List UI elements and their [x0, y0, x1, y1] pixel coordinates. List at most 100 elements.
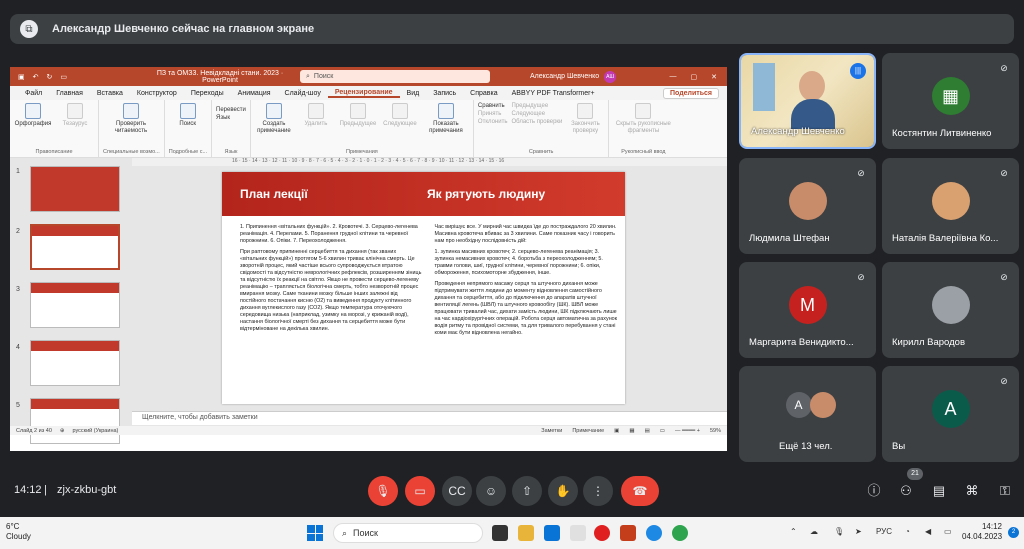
notes-pane[interactable]: Щелкните, чтобы добавить заметки: [132, 411, 727, 425]
translate-button[interactable]: Перевести: [216, 107, 246, 113]
viber-icon[interactable]: [672, 525, 688, 541]
slide-thumbnail[interactable]: [30, 282, 120, 328]
participant-tile[interactable]: ⊘ Людмила Штефан: [739, 158, 876, 254]
menu-help[interactable]: Справка: [463, 90, 504, 97]
reading-view-icon[interactable]: ▤: [645, 428, 650, 434]
self-tile[interactable]: ⊘ A Вы: [882, 366, 1019, 462]
sorter-view-icon[interactable]: ▦: [629, 428, 634, 434]
taskbar-clock[interactable]: 14:12 04.04.2023: [962, 522, 1002, 542]
captions-button[interactable]: CC: [442, 476, 472, 506]
battery-icon[interactable]: ▭: [944, 527, 952, 536]
current-slide[interactable]: План лекції Як рятують людину 1. Припине…: [222, 172, 625, 404]
slideshow-view-icon[interactable]: ▭: [660, 428, 665, 434]
leave-call-button[interactable]: ☎: [621, 476, 659, 506]
previous-comment-button[interactable]: Предыдущее: [339, 103, 377, 128]
participant-tile[interactable]: ⊘ М Маргарита Венидикто...: [739, 262, 876, 358]
spelling-button[interactable]: Орфография: [14, 103, 52, 128]
host-controls-icon[interactable]: ⚿: [996, 482, 1014, 500]
edge-icon[interactable]: [646, 525, 662, 541]
menu-record[interactable]: Запись: [426, 90, 463, 97]
menu-file[interactable]: Файл: [18, 90, 49, 97]
participant-tile-presenter[interactable]: ||| Александр Шевченко: [739, 53, 876, 149]
minimize-icon[interactable]: —: [670, 73, 677, 81]
menu-insert[interactable]: Вставка: [90, 90, 130, 97]
next-comment-button[interactable]: Следующее: [381, 103, 419, 128]
wifi-icon[interactable]: ◔: [905, 527, 910, 536]
mail-icon[interactable]: [570, 525, 586, 541]
compare-button[interactable]: Сравнить: [478, 103, 508, 109]
camera-toggle-button[interactable]: ▭: [405, 476, 435, 506]
normal-view-icon[interactable]: ▣: [614, 428, 619, 434]
notes-toggle[interactable]: Заметки: [541, 428, 562, 434]
task-view-icon[interactable]: [492, 525, 508, 541]
thesaurus-button[interactable]: Тезаурус: [56, 103, 94, 128]
people-icon[interactable]: ⚇: [897, 482, 915, 500]
delete-comment-button[interactable]: Удалить: [297, 103, 335, 128]
slide-thumbnail[interactable]: [30, 340, 120, 386]
raise-hand-button[interactable]: ✋: [548, 476, 578, 506]
menu-home[interactable]: Главная: [49, 90, 90, 97]
share-button[interactable]: Поделиться: [662, 87, 719, 99]
keyboard-language[interactable]: РУС: [876, 527, 892, 536]
participant-tile[interactable]: ⊘ Кирилл Вародов: [882, 262, 1019, 358]
weather-widget[interactable]: 6°C Cloudy: [6, 522, 31, 542]
info-icon[interactable]: ⓘ: [865, 482, 883, 500]
show-comments-button[interactable]: Показать примечания: [423, 103, 469, 135]
more-participants-tile[interactable]: А Ещё 13 чел.: [739, 366, 876, 462]
review-pane-button[interactable]: Область проверки: [511, 119, 562, 125]
powerpoint-icon[interactable]: [620, 525, 636, 541]
hide-ink-button[interactable]: Скрыть рукописные фрагменты: [613, 103, 673, 135]
file-explorer-icon[interactable]: [518, 525, 534, 541]
accessibility-status-icon[interactable]: ⊕: [60, 428, 65, 434]
mic-toggle-button[interactable]: 🎙: [368, 476, 398, 506]
taskbar-search[interactable]: ⌕ Поиск: [333, 523, 483, 543]
language-button[interactable]: Язык: [216, 115, 246, 121]
slide-thumbnail[interactable]: [30, 166, 120, 212]
present-button[interactable]: ⇧: [512, 476, 542, 506]
comments-toggle[interactable]: Примечание: [572, 428, 604, 434]
present-icon[interactable]: ▭: [60, 73, 67, 81]
tray-chevron-icon[interactable]: ⌃: [790, 527, 797, 536]
new-comment-button[interactable]: Создать примечание: [255, 103, 293, 135]
slide-thumbnail-selected[interactable]: [30, 224, 120, 270]
maximize-icon[interactable]: ▢: [691, 73, 698, 81]
participant-tile[interactable]: ⊘ ▦ Костянтин Литвиненко: [882, 53, 1019, 149]
cloud-icon[interactable]: ☁: [810, 527, 818, 536]
volume-icon[interactable]: ◀: [925, 527, 931, 536]
menu-view[interactable]: Вид: [400, 90, 427, 97]
menu-animation[interactable]: Анимация: [231, 90, 278, 97]
zoom-slider[interactable]: — ━━━━ +: [675, 428, 700, 434]
opera-icon[interactable]: [594, 525, 610, 541]
activities-icon[interactable]: ⌘: [963, 482, 981, 500]
start-button[interactable]: [307, 525, 323, 541]
store-icon[interactable]: [544, 525, 560, 541]
mic-tray-icon[interactable]: 🎙: [834, 527, 844, 536]
end-review-button[interactable]: Закончить проверку: [566, 103, 604, 135]
menu-abbyy[interactable]: ABBYY PDF Transformer+: [505, 90, 602, 97]
chat-icon[interactable]: ▤: [930, 482, 948, 500]
next-change-button[interactable]: Следующее: [511, 111, 562, 117]
prev-change-button[interactable]: Предыдущее: [511, 103, 562, 109]
slide-thumbnail[interactable]: [30, 398, 120, 444]
save-icon[interactable]: ▣: [18, 73, 25, 81]
notification-badge[interactable]: 2: [1008, 527, 1019, 538]
zoom-level[interactable]: 59%: [710, 428, 721, 434]
menu-review[interactable]: Рецензирование: [327, 89, 400, 98]
undo-icon[interactable]: ↶: [33, 73, 39, 81]
reactions-button[interactable]: ☺: [476, 476, 506, 506]
participant-tile[interactable]: ⊘ Наталія Валеріївна Ко...: [882, 158, 1019, 254]
more-options-button[interactable]: ⋮: [583, 476, 613, 506]
accept-button[interactable]: Принять: [478, 111, 508, 117]
location-icon[interactable]: ➤: [855, 527, 862, 536]
close-icon[interactable]: ✕: [711, 73, 717, 81]
reject-button[interactable]: Отклонить: [478, 119, 508, 125]
ppt-search-box[interactable]: ⌕ Поиск: [300, 70, 490, 83]
menu-transitions[interactable]: Переходы: [184, 90, 231, 97]
menu-slideshow[interactable]: Слайд-шоу: [278, 90, 328, 97]
redo-icon[interactable]: ↻: [47, 73, 53, 81]
status-language[interactable]: русский (Украина): [73, 428, 119, 434]
ppt-user[interactable]: Александр Шевченко АШ: [530, 70, 617, 83]
menu-design[interactable]: Конструктор: [130, 90, 184, 97]
check-accessibility-button[interactable]: Проверить читаемость: [103, 103, 159, 135]
search-button[interactable]: Поиск: [169, 103, 207, 128]
